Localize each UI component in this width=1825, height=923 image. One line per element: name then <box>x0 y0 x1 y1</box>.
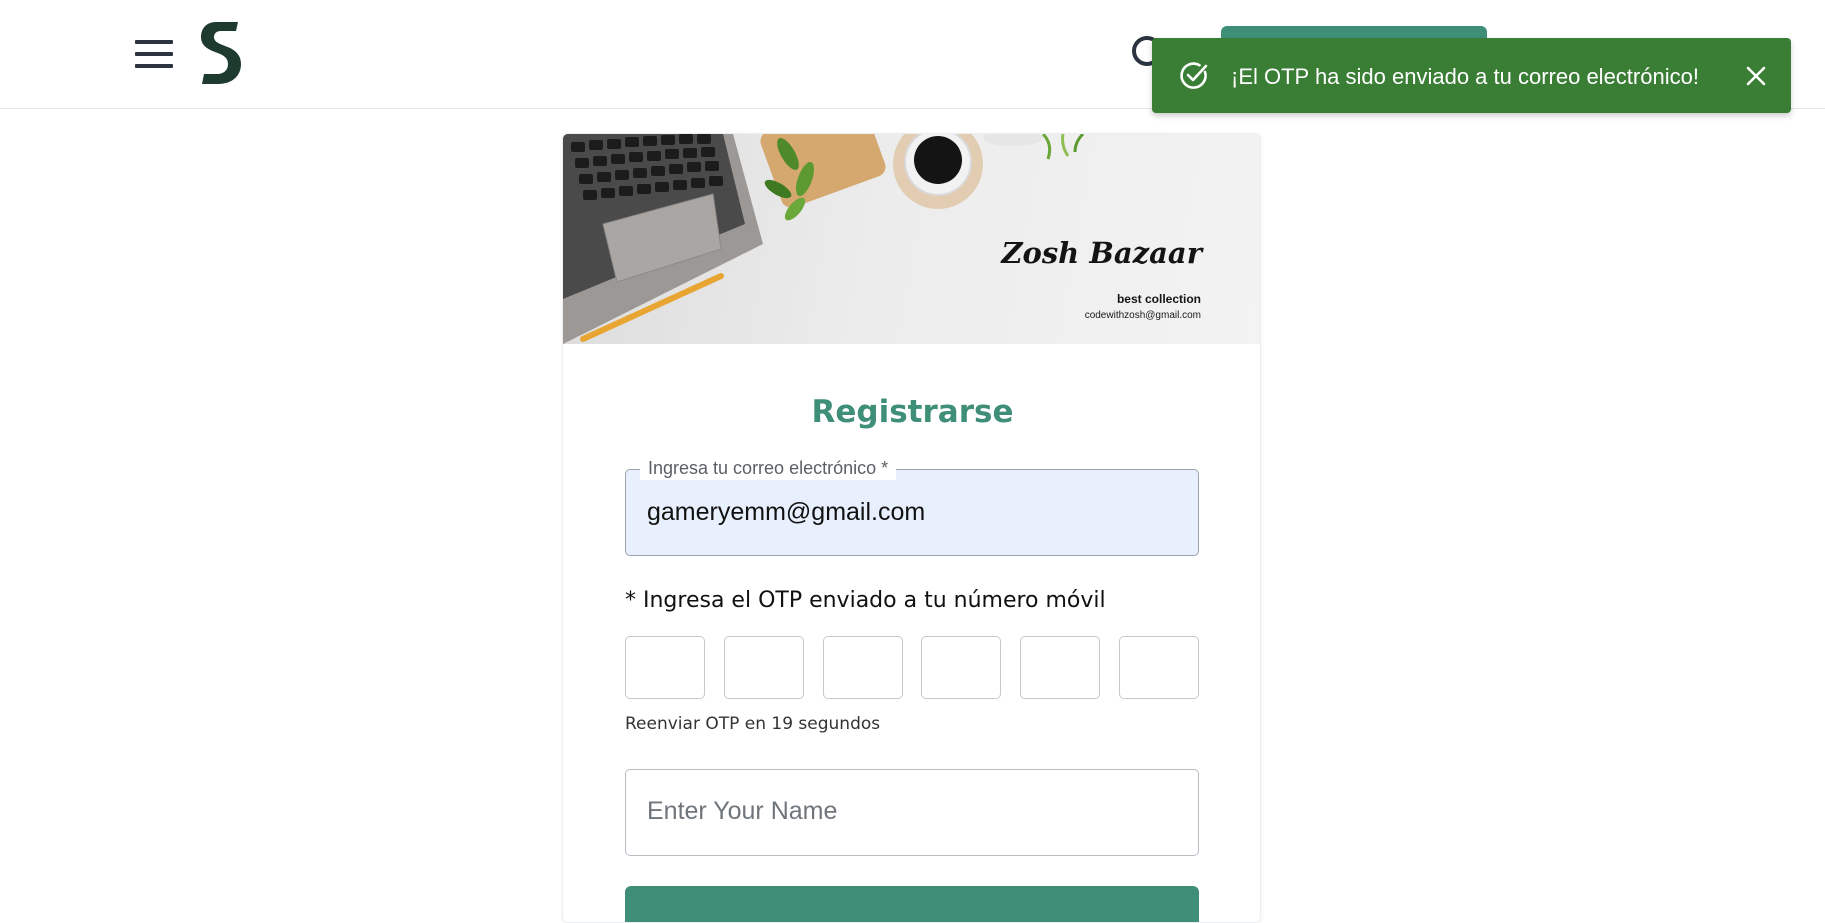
name-input[interactable] <box>647 797 1177 826</box>
name-field[interactable] <box>625 769 1199 856</box>
otp-digit-1[interactable] <box>625 636 705 699</box>
hamburger-menu-icon[interactable] <box>135 40 173 70</box>
otp-digit-4[interactable] <box>921 636 1001 699</box>
otp-sent-toast: ¡El OTP ha sido enviado a tu correo elec… <box>1152 38 1791 113</box>
submit-button[interactable] <box>625 886 1199 922</box>
brand-tagline: best collection <box>1116 292 1201 306</box>
close-icon[interactable] <box>1742 62 1770 90</box>
page-title: Registrarse <box>811 394 1014 430</box>
otp-digit-5[interactable] <box>1020 636 1100 699</box>
email-field-value[interactable]: gameryemm@gmail.com <box>647 498 925 527</box>
brand-banner: Zosh Bazaar best collection codewithzosh… <box>563 134 1260 344</box>
otp-label: * Ingresa el OTP enviado a tu número móv… <box>625 588 1106 613</box>
email-field-label: Ingresa tu correo electrónico * <box>640 456 897 480</box>
toast-message: ¡El OTP ha sido enviado a tu correo elec… <box>1231 64 1699 89</box>
resend-otp-timer: Reenviar OTP en 19 segundos <box>625 714 881 734</box>
otp-digit-3[interactable] <box>823 636 903 699</box>
otp-input-group <box>625 636 1199 699</box>
email-field[interactable]: Ingresa tu correo electrónico * gameryem… <box>625 456 1199 556</box>
signup-card: Zosh Bazaar best collection codewithzosh… <box>562 133 1261 923</box>
check-circle-icon <box>1180 62 1208 89</box>
brand-name: Zosh Bazaar <box>1001 236 1202 270</box>
brand-email: codewithzosh@gmail.com <box>1084 310 1201 321</box>
otp-digit-2[interactable] <box>724 636 804 699</box>
s-logo-icon[interactable] <box>198 20 244 86</box>
otp-digit-6[interactable] <box>1119 636 1199 699</box>
